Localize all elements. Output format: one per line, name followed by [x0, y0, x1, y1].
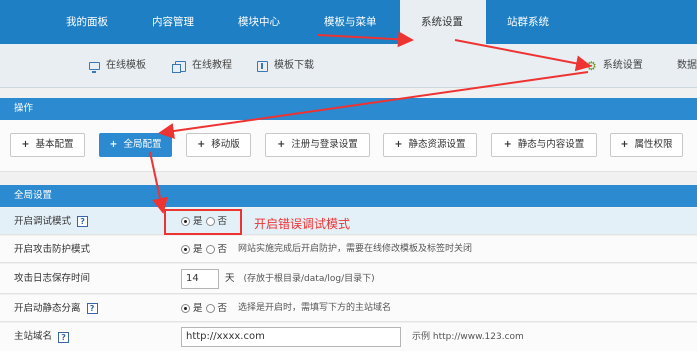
attack-yes-label: 是	[193, 244, 203, 255]
attack-protection-hint: 网站实施完成后开启防护，需要在线修改模板及标签时关闭	[238, 244, 473, 254]
attack-log-label-wrap: 攻击日志保存时间	[14, 264, 90, 294]
attribute-permissions-label: 属性权限	[634, 139, 673, 150]
attack-no-radio[interactable]	[205, 245, 215, 254]
nav-module-center[interactable]: 模块中心	[238, 0, 280, 44]
mobile-version-label: 移动版	[211, 139, 240, 150]
dynamic-static-hint: 选择是开启时，需填写下方的主站域名	[238, 303, 392, 313]
static-content-settings-button[interactable]: + 静态与内容设置	[491, 133, 597, 157]
annotation-text: 开启错误调试模式	[254, 217, 351, 231]
basic-config-label: 基本配置	[35, 139, 74, 150]
help-icon[interactable]: ?	[86, 303, 98, 314]
plus-icon: +	[109, 139, 118, 150]
attack-log-controls: 14 天 (存放于根目录/data/log/目录下)	[181, 264, 375, 294]
top-nav: 我的面板 内容管理 模块中心 模板与菜单 系统设置 站群系统	[0, 0, 697, 44]
global-config-button[interactable]: + 全局配置	[99, 133, 172, 157]
attack-protection-label: 开启攻击防护模式	[14, 244, 91, 255]
nav-site-group[interactable]: 站群系统	[507, 0, 549, 44]
attack-protection-label-wrap: 开启攻击防护模式	[14, 236, 90, 263]
dynamic-yes-radio[interactable]	[181, 304, 190, 313]
attack-no-label: 否	[217, 244, 228, 255]
dynamic-static-label: 开启动静态分离	[14, 303, 81, 314]
main-domain-label: 主站域名	[14, 331, 53, 342]
config-button-row: + 基本配置 + 全局配置 + 移动版 + 注册与登录设置 + 静态资源设置 + 静态与内容…	[0, 120, 697, 172]
main-domain-label-wrap: 主站域名 ?	[14, 323, 70, 351]
nav-my-panel[interactable]: 我的面板	[66, 0, 108, 44]
nav-system-settings[interactable]: 系统设置	[400, 0, 486, 44]
subnav-system-settings[interactable]: ⚙ 系统设置	[586, 44, 643, 88]
monitor-icon	[89, 62, 100, 73]
plus-icon: +	[21, 139, 30, 150]
dynamic-static-label-wrap: 开启动静态分离 ?	[14, 295, 98, 322]
static-content-settings-label: 静态与内容设置	[517, 139, 585, 150]
attack-protection-options: 是 否 网站实施完成后开启防护，需要在线修改模板及标签时关闭	[181, 236, 472, 263]
help-icon[interactable]: ?	[58, 331, 70, 343]
book-icon	[257, 60, 268, 72]
plus-icon: +	[394, 139, 403, 150]
attack-log-days-input[interactable]: 14	[181, 269, 219, 289]
main-domain-hint: 示例 http://www.123.com	[412, 332, 524, 342]
global-settings-header: 全局设置	[0, 185, 697, 207]
dynamic-no-label: 否	[217, 303, 228, 314]
gear-icon: ⚙	[586, 58, 597, 73]
debug-mode-label-wrap: 开启调试模式 ?	[14, 208, 89, 235]
plus-icon: +	[620, 139, 629, 150]
attack-log-hint: (存放于根目录/data/log/目录下)	[243, 274, 375, 284]
subnav-online-tutorials[interactable]: 在线教程	[172, 44, 232, 88]
operations-header: 操作	[0, 98, 697, 120]
attack-log-row: 攻击日志保存时间 14 天 (存放于根目录/data/log/目录下)	[0, 264, 697, 294]
subnav-online-templates-label: 在线模板	[106, 60, 146, 71]
main-domain-row: 主站域名 ? http://xxxx.com 示例 http://www.123…	[0, 323, 697, 351]
subnav-system-settings-label: 系统设置	[602, 60, 643, 71]
static-resource-settings-button[interactable]: + 静态资源设置	[383, 133, 477, 157]
dynamic-no-radio[interactable]	[205, 304, 215, 313]
help-icon[interactable]: ?	[77, 216, 89, 227]
subnav-online-tutorials-label: 在线教程	[192, 60, 232, 71]
basic-config-button[interactable]: + 基本配置	[10, 133, 85, 157]
attribute-permissions-button[interactable]: + 属性权限	[610, 133, 683, 157]
dynamic-static-options: 是 否 选择是开启时，需填写下方的主站域名	[181, 295, 391, 322]
annotation-highlight-box	[164, 209, 242, 235]
attack-protection-row: 开启攻击防护模式 是 否 网站实施完成后开启防护，需要在线修改模板及标签时关闭	[0, 236, 697, 263]
nav-content-management[interactable]: 内容管理	[152, 0, 194, 44]
plus-icon: +	[503, 139, 512, 150]
plus-icon: +	[197, 139, 206, 150]
plus-icon: +	[277, 139, 286, 150]
copy-icon	[172, 60, 186, 73]
static-resource-settings-label: 静态资源设置	[408, 139, 466, 150]
attack-log-label: 攻击日志保存时间	[14, 273, 91, 284]
sub-nav: 在线模板 在线教程 模板下载 ⚙ 系统设置 数据	[0, 44, 697, 88]
main-domain-controls: http://xxxx.com 示例 http://www.123.com	[181, 323, 524, 351]
mobile-version-button[interactable]: + 移动版	[186, 133, 251, 157]
subnav-data-label: 数据	[677, 60, 697, 71]
subnav-template-download-label: 模板下载	[274, 60, 314, 71]
nav-templates-menu[interactable]: 模板与菜单	[324, 0, 377, 44]
debug-mode-label: 开启调试模式	[14, 216, 72, 227]
register-login-settings-label: 注册与登录设置	[291, 139, 358, 150]
dynamic-static-row: 开启动静态分离 ? 是 否 选择是开启时，需填写下方的主站域名	[0, 295, 697, 322]
global-config-label: 全局配置	[123, 139, 162, 150]
attack-log-unit: 天	[225, 273, 235, 284]
subnav-data[interactable]: 数据	[677, 44, 697, 88]
main-domain-input[interactable]: http://xxxx.com	[181, 327, 401, 347]
dynamic-yes-label: 是	[193, 303, 203, 314]
attack-yes-radio[interactable]	[181, 245, 190, 254]
subnav-template-download[interactable]: 模板下载	[257, 44, 314, 88]
subnav-online-templates[interactable]: 在线模板	[89, 44, 146, 88]
register-login-settings-button[interactable]: + 注册与登录设置	[265, 133, 370, 157]
